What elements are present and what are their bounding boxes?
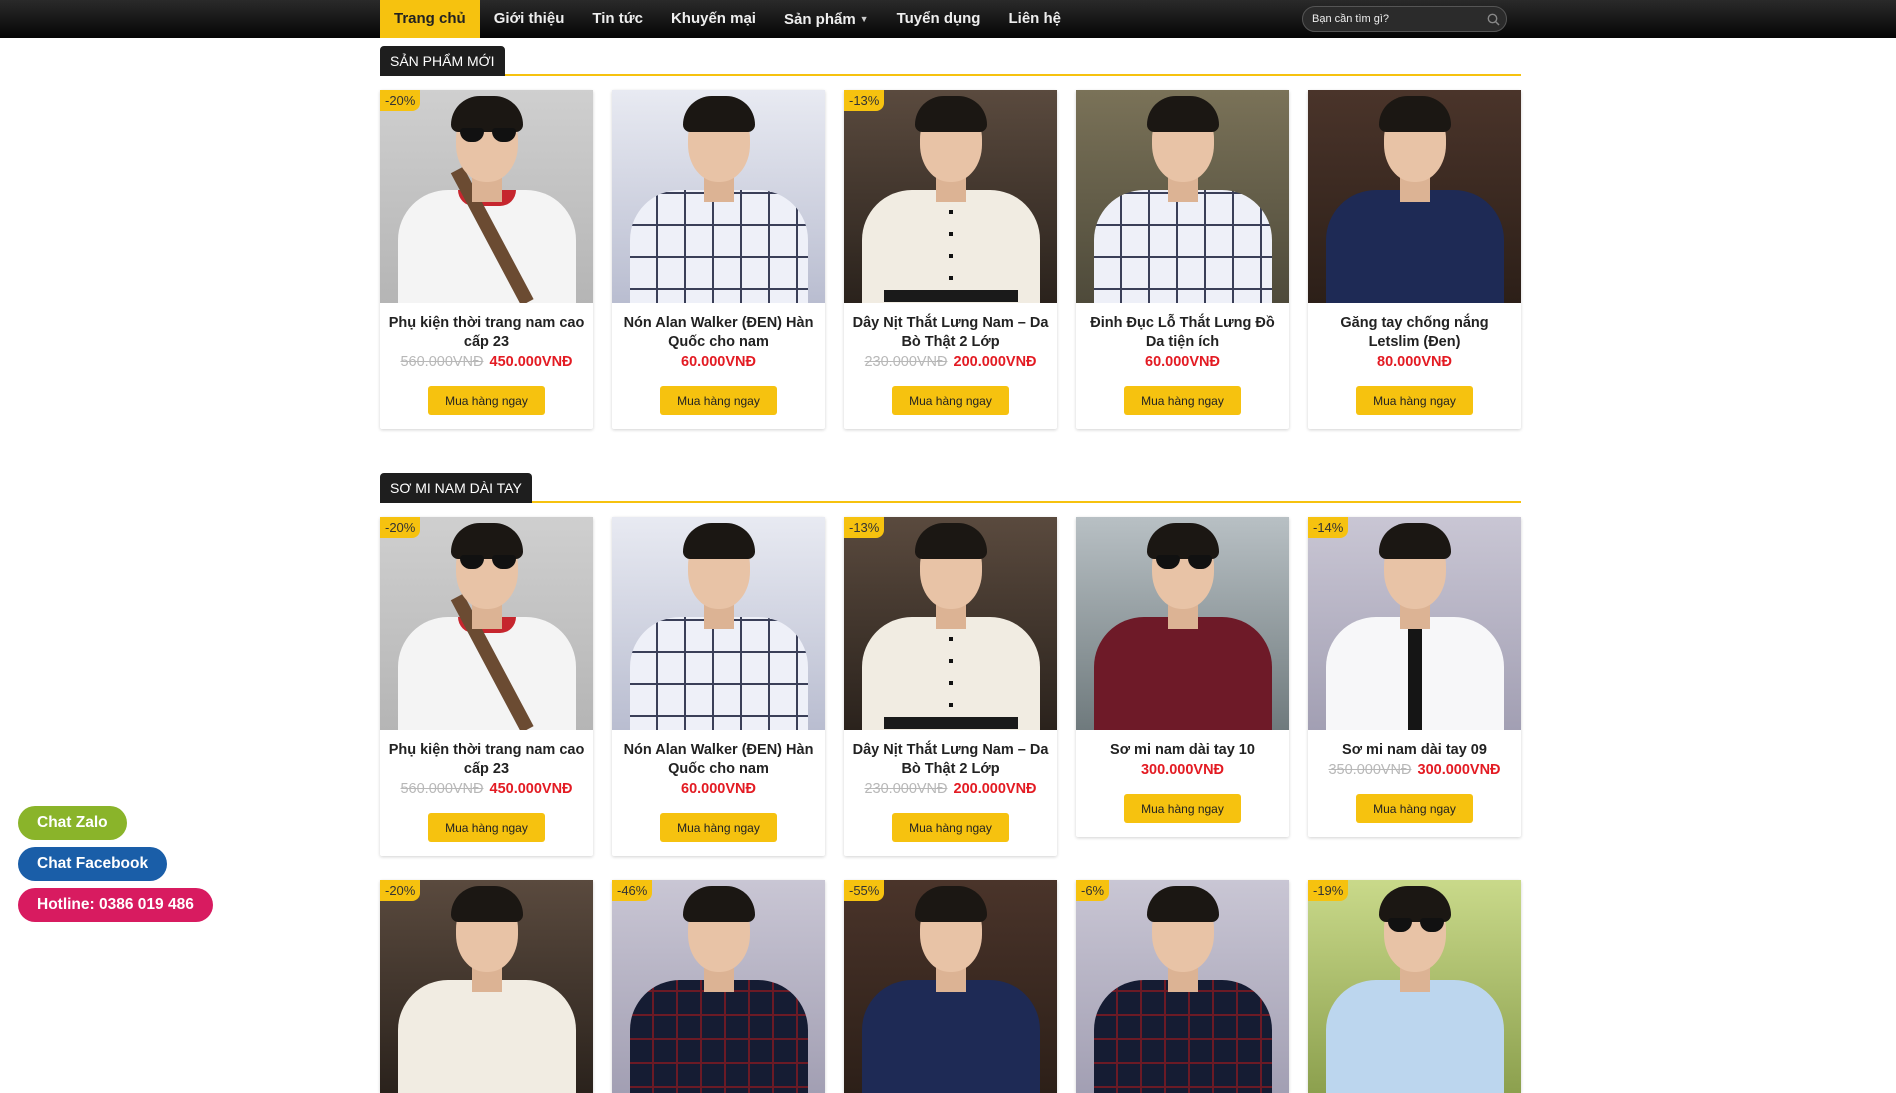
search-input[interactable] — [1303, 7, 1480, 31]
product-card[interactable]: -55% — [844, 880, 1057, 1093]
old-price: 560.000VNĐ — [400, 354, 484, 370]
product-image[interactable]: -55% — [844, 880, 1057, 1093]
chat-zalo-button[interactable]: Chat Zalo — [18, 806, 127, 840]
product-image[interactable]: -14% — [1308, 517, 1521, 730]
main-menu: Trang chủ Giới thiệu Tin tức Khuyến mại … — [380, 0, 1075, 38]
sale-price: 300.000VNĐ — [1417, 762, 1501, 778]
product-card[interactable]: -14% Sơ mi nam dài tay 09 350.000VNĐ 300.… — [1308, 517, 1521, 837]
old-price: 230.000VNĐ — [864, 354, 948, 370]
product-card[interactable]: Nón Alan Walker (ĐEN) Hàn Quốc cho nam 6… — [612, 517, 825, 856]
nav-promotions[interactable]: Khuyến mại — [657, 0, 770, 38]
buy-now-button[interactable]: Mua hàng ngay — [660, 813, 777, 842]
buy-now-button[interactable]: Mua hàng ngay — [1356, 794, 1473, 823]
discount-badge: -20% — [380, 517, 421, 538]
product-name[interactable]: Phụ kiện thời trang nam cao cấp 23 — [380, 303, 593, 352]
discount-badge: -20% — [380, 880, 421, 901]
discount-badge: -46% — [612, 880, 653, 901]
buy-now-button[interactable]: Mua hàng ngay — [892, 386, 1009, 415]
chat-facebook-button[interactable]: Chat Facebook — [18, 847, 168, 881]
buy-now-button[interactable]: Mua hàng ngay — [1124, 386, 1241, 415]
sale-price: 60.000VNĐ — [1145, 354, 1220, 370]
discount-badge: -6% — [1076, 880, 1110, 901]
product-card[interactable]: -46% — [612, 880, 825, 1093]
product-card[interactable]: Găng tay chống nắng Letslim (Đen) 80.000… — [1308, 90, 1521, 429]
nav-news[interactable]: Tin tức — [578, 0, 657, 38]
product-name[interactable]: Phụ kiện thời trang nam cao cấp 23 — [380, 730, 593, 779]
product-image[interactable]: -46% — [612, 880, 825, 1093]
product-image[interactable] — [1308, 90, 1521, 303]
product-name[interactable]: Nón Alan Walker (ĐEN) Hàn Quốc cho nam — [612, 730, 825, 779]
sale-price: 450.000VNĐ — [489, 781, 573, 797]
old-price: 560.000VNĐ — [400, 781, 484, 797]
sale-price: 200.000VNĐ — [953, 354, 1037, 370]
discount-badge: -20% — [380, 90, 421, 111]
product-name[interactable]: Sơ mi nam dài tay 09 — [1308, 730, 1521, 760]
product-card[interactable]: -6% — [1076, 880, 1289, 1093]
section-new-products: SẢN PHẨM MỚI -20% Phụ kiện thời trang na… — [380, 46, 1521, 450]
product-image[interactable]: -20% — [380, 517, 593, 730]
product-image[interactable] — [1076, 90, 1289, 303]
product-name[interactable]: Dây Nịt Thắt Lưng Nam – Da Bò Thật 2 Lớp — [844, 730, 1057, 779]
product-card[interactable]: -20% — [380, 880, 593, 1093]
buy-now-button[interactable]: Mua hàng ngay — [660, 386, 777, 415]
sale-price: 200.000VNĐ — [953, 781, 1037, 797]
product-card[interactable]: -13% Dây Nịt Thắt Lưng Nam – Da Bò Thật … — [844, 90, 1057, 429]
section-long-sleeve-shirts: SƠ MI NAM DÀI TAY -20% Phụ kiện thời tra… — [380, 473, 1521, 877]
nav-products[interactable]: Sản phẩm ▼ — [770, 0, 883, 38]
product-image[interactable]: -13% — [844, 517, 1057, 730]
discount-badge: -19% — [1308, 880, 1349, 901]
discount-badge: -55% — [844, 880, 885, 901]
old-price: 350.000VNĐ — [1328, 762, 1412, 778]
product-card[interactable]: Đinh Đục Lỗ Thắt Lưng Đồ Da tiện ích 60.… — [1076, 90, 1289, 429]
product-image[interactable] — [612, 90, 825, 303]
section-header: SƠ MI NAM DÀI TAY — [380, 473, 1521, 503]
old-price: 230.000VNĐ — [864, 781, 948, 797]
product-image[interactable]: -13% — [844, 90, 1057, 303]
nav-contact[interactable]: Liên hệ — [994, 0, 1075, 38]
hotline-button[interactable]: Hotline: 0386 019 486 — [18, 888, 213, 922]
product-name[interactable]: Găng tay chống nắng Letslim (Đen) — [1308, 303, 1521, 352]
discount-badge: -14% — [1308, 517, 1349, 538]
section-title: SẢN PHẨM MỚI — [380, 46, 505, 76]
nav-recruitment[interactable]: Tuyển dụng — [883, 0, 995, 38]
sale-price: 450.000VNĐ — [489, 354, 573, 370]
nav-products-label: Sản phẩm — [783, 11, 856, 28]
chevron-down-icon: ▼ — [859, 14, 869, 24]
section-title: SƠ MI NAM DÀI TAY — [380, 473, 532, 503]
buy-now-button[interactable]: Mua hàng ngay — [1124, 794, 1241, 823]
product-card[interactable]: -20% Phụ kiện thời trang nam cao cấp 23 … — [380, 90, 593, 429]
product-image[interactable]: -6% — [1076, 880, 1289, 1093]
buy-now-button[interactable]: Mua hàng ngay — [428, 813, 545, 842]
buy-now-button[interactable]: Mua hàng ngay — [1356, 386, 1473, 415]
product-name[interactable]: Sơ mi nam dài tay 10 — [1076, 730, 1289, 760]
discount-badge: -13% — [844, 90, 885, 111]
product-card[interactable]: Sơ mi nam dài tay 10 300.000VNĐ Mua hàng… — [1076, 517, 1289, 837]
product-card[interactable]: -20% Phụ kiện thời trang nam cao cấp 23 … — [380, 517, 593, 856]
search-icon[interactable] — [1480, 7, 1506, 31]
product-image[interactable]: -19% — [1308, 880, 1521, 1093]
product-name[interactable]: Dây Nịt Thắt Lưng Nam – Da Bò Thật 2 Lớp — [844, 303, 1057, 352]
section-header: SẢN PHẨM MỚI — [380, 46, 1521, 76]
nav-home[interactable]: Trang chủ — [380, 0, 480, 38]
product-name[interactable]: Nón Alan Walker (ĐEN) Hàn Quốc cho nam — [612, 303, 825, 352]
search-box — [1302, 6, 1507, 32]
product-image[interactable] — [612, 517, 825, 730]
product-name[interactable]: Đinh Đục Lỗ Thắt Lưng Đồ Da tiện ích — [1076, 303, 1289, 352]
product-image[interactable]: -20% — [380, 880, 593, 1093]
sale-price: 80.000VNĐ — [1377, 354, 1452, 370]
buy-now-button[interactable]: Mua hàng ngay — [892, 813, 1009, 842]
product-image[interactable]: -20% — [380, 90, 593, 303]
product-image[interactable] — [1076, 517, 1289, 730]
product-card[interactable]: Nón Alan Walker (ĐEN) Hàn Quốc cho nam 6… — [612, 90, 825, 429]
product-card[interactable]: -19% — [1308, 880, 1521, 1093]
top-navbar: Trang chủ Giới thiệu Tin tức Khuyến mại … — [0, 0, 1896, 38]
discount-badge: -13% — [844, 517, 885, 538]
sale-price: 60.000VNĐ — [681, 354, 756, 370]
nav-about[interactable]: Giới thiệu — [480, 0, 579, 38]
product-card[interactable]: -13% Dây Nịt Thắt Lưng Nam – Da Bò Thật … — [844, 517, 1057, 856]
buy-now-button[interactable]: Mua hàng ngay — [428, 386, 545, 415]
sale-price: 60.000VNĐ — [681, 781, 756, 797]
sale-price: 300.000VNĐ — [1140, 762, 1225, 778]
